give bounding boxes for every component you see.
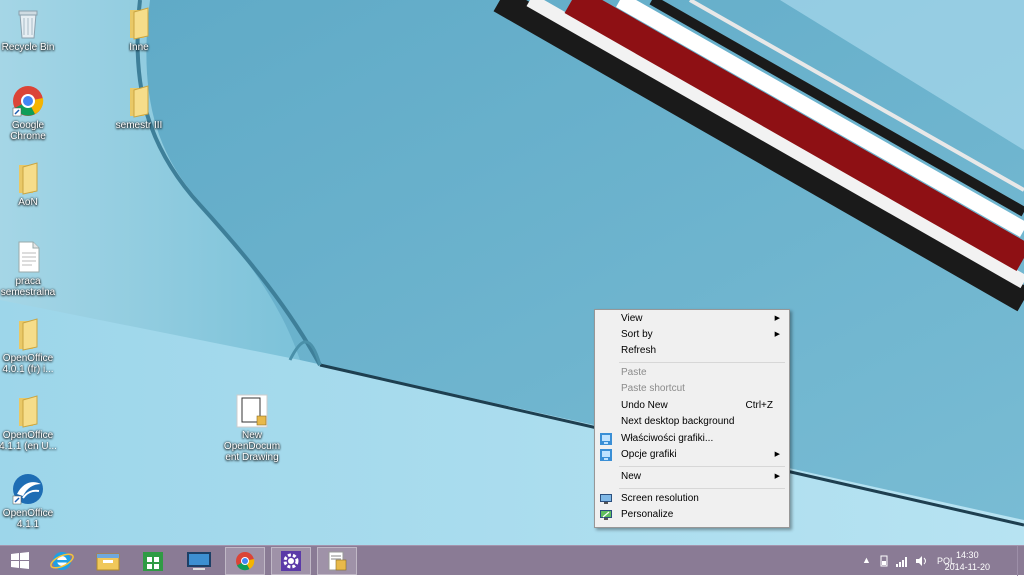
desktop-icon-openoffice-401-folder[interactable]: OpenOffice 4.0.1 (fr) i...	[0, 317, 58, 375]
desktop-icon-semestr-iii[interactable]: semestr III	[109, 84, 169, 131]
clock-date: 2014-11-20	[944, 562, 990, 572]
desktop-icon-recycle-bin[interactable]: Recycle Bin	[0, 6, 58, 53]
show-hidden-icons-button[interactable]: ▲	[862, 555, 871, 565]
taskbar-google-chrome[interactable]	[225, 547, 265, 575]
taskbar-openoffice-draw[interactable]	[317, 547, 357, 575]
desktop-icon-label: New OpenDocument Drawing	[223, 430, 281, 463]
document-icon	[18, 241, 40, 273]
menu-item-label: Paste	[621, 367, 647, 378]
menu-item-label: Refresh	[621, 345, 657, 356]
desktop-icon-openoffice-411[interactable]: OpenOffice 4.1.1	[0, 472, 58, 530]
menu-item-label: Opcje grafiki	[621, 449, 677, 460]
menu-item-new[interactable]: New ▶	[597, 469, 787, 485]
intel-graphics-icon	[600, 433, 612, 445]
menu-item-label: Sort by	[621, 329, 653, 340]
openoffice-draw-icon	[328, 551, 347, 571]
wallpaper	[0, 0, 1024, 545]
menu-item-paste: Paste	[597, 365, 787, 381]
menu-item-opcje-grafiki[interactable]: Opcje grafiki ▶	[597, 447, 787, 463]
taskbar-remote-desktop[interactable]	[179, 547, 219, 575]
menu-item-refresh[interactable]: Refresh	[597, 343, 787, 359]
intel-graphics-icon	[600, 449, 612, 461]
desktop-icon-label: Google Chrome	[10, 120, 46, 142]
file-explorer-icon	[96, 553, 120, 571]
chrome-icon	[12, 86, 44, 117]
menu-item-sort-by[interactable]: Sort by ▶	[597, 327, 787, 343]
folder-icon	[19, 318, 38, 351]
menu-item-shortcut: Ctrl+Z	[745, 400, 774, 411]
network-signal-icon[interactable]	[896, 555, 910, 567]
recycle-bin-icon	[18, 10, 38, 39]
battery-icon[interactable]	[880, 555, 888, 567]
desktop-icon-label: semestr III	[115, 120, 163, 131]
menu-separator	[619, 362, 785, 363]
desktop-context-menu: View ▶ Sort by ▶ Refresh Paste Paste sho…	[594, 309, 790, 528]
menu-item-next-desktop-background[interactable]: Next desktop background	[597, 414, 787, 430]
chrome-icon	[236, 552, 255, 571]
submenu-arrow-icon: ▶	[774, 473, 780, 480]
menu-item-personalize[interactable]: Personalize	[597, 507, 787, 523]
taskbar-settings-app[interactable]	[271, 547, 311, 575]
desktop-icon-label: AoN	[18, 197, 38, 208]
desktop-icon-label: Inne	[129, 42, 149, 53]
desktop-icon-new-opendocument-drawing[interactable]: New OpenDocument Drawing	[222, 394, 282, 463]
store-icon	[143, 552, 163, 571]
taskbar-internet-explorer[interactable]	[42, 547, 82, 575]
menu-item-label: View	[621, 313, 643, 324]
desktop-icon-google-chrome[interactable]: Google Chrome	[0, 84, 58, 142]
taskbar-store[interactable]	[133, 547, 173, 575]
menu-item-label: Screen resolution	[621, 493, 699, 504]
menu-item-paste-shortcut: Paste shortcut	[597, 381, 787, 397]
show-desktop-button[interactable]	[1017, 546, 1024, 576]
desktop-icon-label: OpenOffice 4.1.1	[2, 508, 54, 530]
desktop-icon-openoffice-411-folder[interactable]: OpenOffice 4.1.1 (en U...	[0, 394, 58, 452]
menu-item-label: Właściwości grafiki...	[621, 433, 714, 444]
folder-icon	[19, 395, 38, 428]
windows-logo-icon	[11, 552, 29, 569]
menu-item-label: Undo New	[621, 400, 668, 411]
menu-item-label: Next desktop background	[621, 416, 735, 427]
menu-item-screen-resolution[interactable]: Screen resolution	[597, 491, 787, 507]
gear-icon	[281, 551, 301, 571]
folder-icon	[19, 162, 38, 195]
taskbar: ▲ POL 14:30 2014-11-20	[0, 545, 1024, 576]
menu-item-undo-new[interactable]: Undo New Ctrl+Z	[597, 398, 787, 414]
menu-separator	[619, 488, 785, 489]
folder-icon	[130, 85, 149, 118]
desktop-icon-label: Recycle Bin	[1, 42, 55, 53]
openoffice-icon	[12, 474, 43, 505]
internet-explorer-icon	[50, 552, 74, 570]
menu-item-view[interactable]: View ▶	[597, 311, 787, 327]
menu-item-label: Paste shortcut	[621, 383, 685, 394]
clock[interactable]: 14:30 2014-11-20	[945, 549, 990, 573]
submenu-arrow-icon: ▶	[774, 331, 780, 338]
desktop-icon-label: praca semestralna	[0, 276, 56, 298]
taskbar-file-explorer[interactable]	[88, 547, 128, 575]
menu-item-label: Personalize	[621, 509, 674, 520]
menu-item-label: New	[621, 471, 642, 482]
personalize-icon	[600, 510, 612, 520]
start-button[interactable]	[0, 547, 40, 575]
folder-icon	[130, 7, 149, 40]
menu-item-wlasciwosci-grafiki[interactable]: Właściwości grafiki...	[597, 431, 787, 447]
submenu-arrow-icon: ▶	[774, 315, 780, 322]
monitor-icon	[187, 552, 211, 570]
desktop-icon-label: OpenOffice 4.0.1 (fr) i...	[2, 353, 54, 375]
volume-icon[interactable]	[915, 555, 927, 567]
menu-separator	[619, 466, 785, 467]
desktop[interactable]: Recycle Bin Inne Google Chrome semestr I…	[0, 0, 1024, 545]
desktop-icon-aon[interactable]: AoN	[0, 161, 58, 208]
desktop-icon-praca-semestralna[interactable]: praca semestralna	[0, 240, 58, 298]
desktop-icon-label: OpenOffice 4.1.1 (en U...	[0, 430, 57, 452]
desktop-icon-inne[interactable]: Inne	[109, 6, 169, 53]
clock-time: 14:30	[956, 550, 979, 560]
submenu-arrow-icon: ▶	[774, 451, 780, 458]
monitor-icon	[600, 494, 612, 504]
drawing-document-icon	[236, 394, 268, 428]
